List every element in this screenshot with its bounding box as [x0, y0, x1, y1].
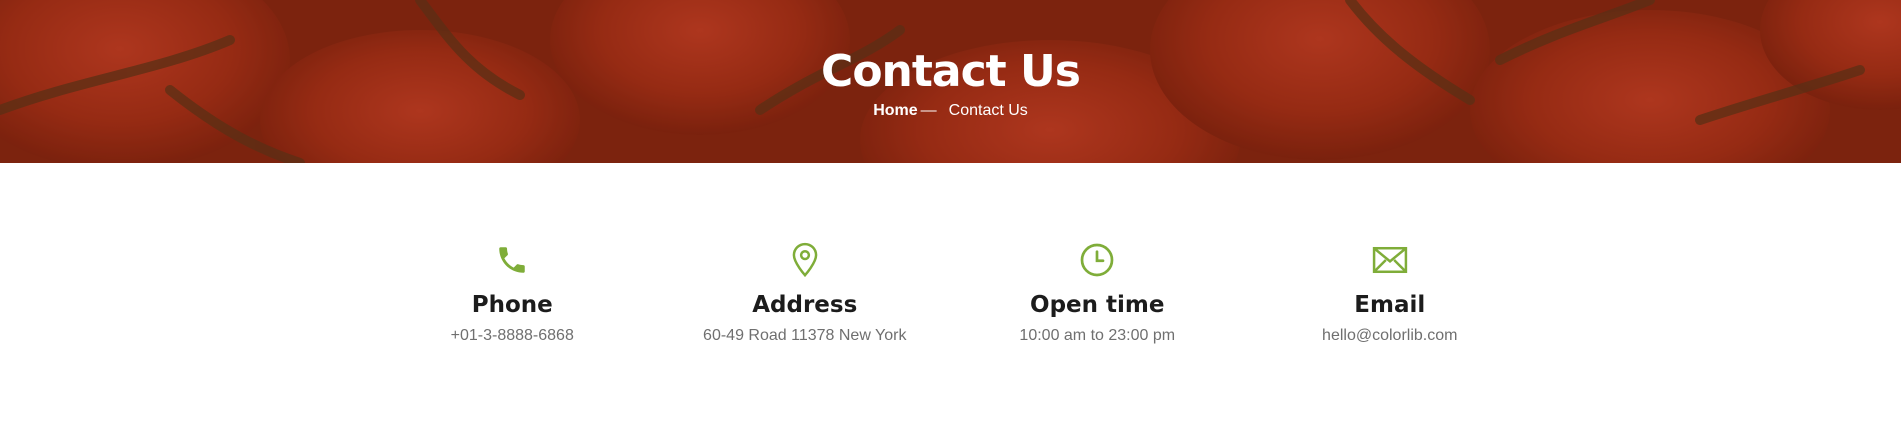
contact-item-text: 60-49 Road 11378 New York	[703, 327, 907, 344]
contact-item-title: Phone	[471, 292, 553, 318]
breadcrumb-current: Contact Us	[948, 102, 1028, 119]
contact-item-open-time: Open time 10:00 am to 23:00 pm	[951, 163, 1244, 424]
envelope-icon	[1372, 242, 1408, 278]
contact-item-address: Address 60-49 Road 11378 New York	[659, 163, 952, 424]
contact-item-title: Address	[752, 292, 858, 318]
contact-item-email: Email hello@colorlib.com	[1244, 163, 1537, 424]
phone-icon	[494, 242, 530, 278]
contact-info-row: Phone +01-3-8888-6868 Address 60-49 Road…	[366, 163, 1536, 424]
map-pin-icon	[787, 242, 823, 278]
hero-banner: Contact Us Home — Contact Us	[0, 0, 1901, 163]
hero-content: Contact Us Home — Contact Us	[0, 0, 1901, 163]
clock-icon	[1079, 242, 1115, 278]
breadcrumb: Home — Contact Us	[873, 102, 1028, 120]
page-title: Contact Us	[821, 46, 1081, 97]
contact-item-phone: Phone +01-3-8888-6868	[366, 163, 659, 424]
contact-info-section: Phone +01-3-8888-6868 Address 60-49 Road…	[0, 163, 1901, 424]
contact-item-text: 10:00 am to 23:00 pm	[1019, 327, 1176, 344]
contact-item-title: Email	[1354, 292, 1426, 318]
breadcrumb-separator: —	[920, 102, 937, 119]
breadcrumb-home-link[interactable]: Home	[873, 102, 917, 120]
contact-item-text: +01-3-8888-6868	[450, 327, 574, 344]
contact-item-text: hello@colorlib.com	[1322, 327, 1458, 344]
contact-item-title: Open time	[1030, 292, 1165, 318]
